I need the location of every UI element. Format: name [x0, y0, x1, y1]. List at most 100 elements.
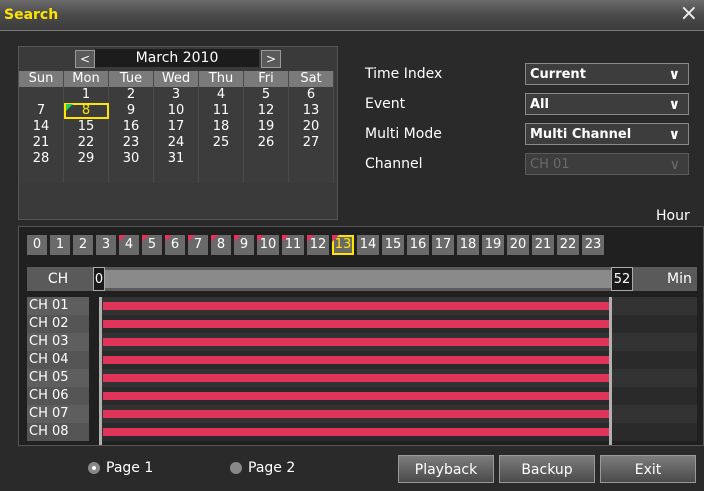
- multi-mode-dropdown[interactable]: Multi Channel ∨: [525, 123, 689, 145]
- hour-button[interactable]: 12: [307, 235, 329, 255]
- calendar-day[interactable]: 21: [19, 135, 64, 151]
- hour-button[interactable]: 5: [142, 235, 162, 255]
- close-icon[interactable]: ×: [680, 3, 698, 25]
- hour-button[interactable]: 11: [282, 235, 304, 255]
- calendar-day[interactable]: 9: [109, 103, 154, 119]
- recorded-hour-marker-icon: [119, 235, 126, 242]
- channel-name[interactable]: CH 01: [27, 297, 89, 315]
- channel-name[interactable]: CH 08: [27, 423, 89, 441]
- prev-month-button[interactable]: <: [75, 50, 95, 68]
- calendar-day[interactable]: 16: [109, 119, 154, 135]
- channel-name[interactable]: CH 07: [27, 405, 89, 423]
- hour-button[interactable]: 0: [27, 235, 47, 255]
- calendar-day[interactable]: 25: [199, 135, 244, 151]
- calendar-day[interactable]: 24: [154, 135, 199, 151]
- calendar-day[interactable]: 23: [109, 135, 154, 151]
- hour-button[interactable]: 6: [165, 235, 185, 255]
- minute-track[interactable]: [99, 270, 625, 288]
- channel-timeline[interactable]: [99, 315, 697, 333]
- calendar-day[interactable]: 27: [289, 135, 334, 151]
- hour-button[interactable]: 7: [188, 235, 208, 255]
- hour-button[interactable]: 4: [119, 235, 139, 255]
- backup-button[interactable]: Backup: [499, 455, 595, 483]
- page1-label: Page 1: [106, 460, 154, 476]
- calendar-day[interactable]: 26: [244, 135, 289, 151]
- calendar-day[interactable]: 14: [19, 119, 64, 135]
- window-title: Search: [4, 7, 59, 23]
- calendar-day[interactable]: 12: [244, 103, 289, 119]
- weekday-label: Mon: [64, 71, 109, 87]
- calendar-day[interactable]: 6: [289, 87, 334, 103]
- calendar-day[interactable]: 8: [64, 103, 109, 119]
- calendar-day[interactable]: 3: [154, 87, 199, 103]
- calendar-day[interactable]: 11: [199, 103, 244, 119]
- end-minute-marker[interactable]: 52: [611, 267, 633, 291]
- calendar-day[interactable]: 17: [154, 119, 199, 135]
- channel-name[interactable]: CH 06: [27, 387, 89, 405]
- hour-button[interactable]: 14: [357, 235, 379, 255]
- channel-timeline[interactable]: [99, 351, 697, 369]
- hour-button[interactable]: 3: [96, 235, 116, 255]
- page2-radio[interactable]: Page 2: [230, 460, 295, 476]
- channel-timeline[interactable]: [99, 333, 697, 351]
- hour-button[interactable]: 2: [73, 235, 93, 255]
- channel-name[interactable]: CH 05: [27, 369, 89, 387]
- channel-name[interactable]: CH 04: [27, 351, 89, 369]
- hour-button[interactable]: 15: [382, 235, 404, 255]
- channel-name[interactable]: CH 02: [27, 315, 89, 333]
- calendar-day[interactable]: 15: [64, 119, 109, 135]
- calendar-day[interactable]: 1: [64, 87, 109, 103]
- event-dropdown[interactable]: All ∨: [525, 93, 689, 115]
- hour-number: 2: [78, 237, 88, 252]
- calendar-day[interactable]: 18: [199, 119, 244, 135]
- hour-button[interactable]: 22: [557, 235, 579, 255]
- event-label: Event: [365, 96, 406, 112]
- playback-button[interactable]: Playback: [398, 455, 494, 483]
- calendar-day[interactable]: 2: [109, 87, 154, 103]
- hour-button[interactable]: 16: [407, 235, 429, 255]
- calendar-day[interactable]: 5: [244, 87, 289, 103]
- hour-number: 0: [32, 237, 42, 252]
- calendar-day[interactable]: 29: [64, 151, 109, 167]
- hour-number: 1: [55, 237, 65, 252]
- calendar-day[interactable]: 10: [154, 103, 199, 119]
- calendar-day[interactable]: 7: [19, 103, 64, 119]
- hour-button[interactable]: 13: [332, 235, 354, 255]
- channel-timeline[interactable]: [99, 405, 697, 423]
- hour-selector: 0 1 2 3 4 5 6 7 8 9 10 11 12 13 14 15 16 17 18 19 20 21 22 23: [27, 235, 607, 255]
- time-index-dropdown[interactable]: Current ∨: [525, 63, 689, 85]
- hour-button[interactable]: 18: [457, 235, 479, 255]
- calendar-day[interactable]: 30: [109, 151, 154, 167]
- channel-timeline[interactable]: [99, 369, 697, 387]
- calendar-day[interactable]: 28: [19, 151, 64, 167]
- calendar-day[interactable]: 4: [199, 87, 244, 103]
- calendar-day[interactable]: 19: [244, 119, 289, 135]
- exit-button[interactable]: Exit: [600, 455, 696, 483]
- hour-number: 21: [534, 237, 552, 252]
- start-minute-marker[interactable]: 0: [93, 267, 105, 291]
- hour-button[interactable]: 19: [482, 235, 504, 255]
- hour-button[interactable]: 21: [532, 235, 554, 255]
- calendar-day[interactable]: 13: [289, 103, 334, 119]
- recording-segment: [103, 374, 609, 382]
- hour-button[interactable]: 8: [211, 235, 231, 255]
- channel-timeline[interactable]: [99, 297, 697, 315]
- calendar: < March 2010 > Sun Mon Tue Wed Thu Fri Sat 1 2 3 4…: [18, 46, 338, 220]
- hour-button[interactable]: 20: [507, 235, 529, 255]
- calendar-week: 21 22 23 24 25 26 27: [19, 135, 334, 151]
- hour-button[interactable]: 9: [234, 235, 254, 255]
- hour-button[interactable]: 1: [50, 235, 70, 255]
- hour-button[interactable]: 17: [432, 235, 454, 255]
- calendar-day[interactable]: 22: [64, 135, 109, 151]
- channel-timeline[interactable]: [99, 423, 697, 441]
- hour-button[interactable]: 10: [257, 235, 279, 255]
- calendar-day[interactable]: 20: [289, 119, 334, 135]
- hour-button[interactable]: 23: [582, 235, 604, 255]
- calendar-day[interactable]: 31: [154, 151, 199, 167]
- next-month-button[interactable]: >: [261, 50, 281, 68]
- recorded-hour-marker-icon: [142, 235, 149, 242]
- page1-radio[interactable]: Page 1: [88, 460, 153, 476]
- calendar-week: 7 8 9 10 11 12 13: [19, 103, 334, 119]
- channel-timeline[interactable]: [99, 387, 697, 405]
- channel-name[interactable]: CH 03: [27, 333, 89, 351]
